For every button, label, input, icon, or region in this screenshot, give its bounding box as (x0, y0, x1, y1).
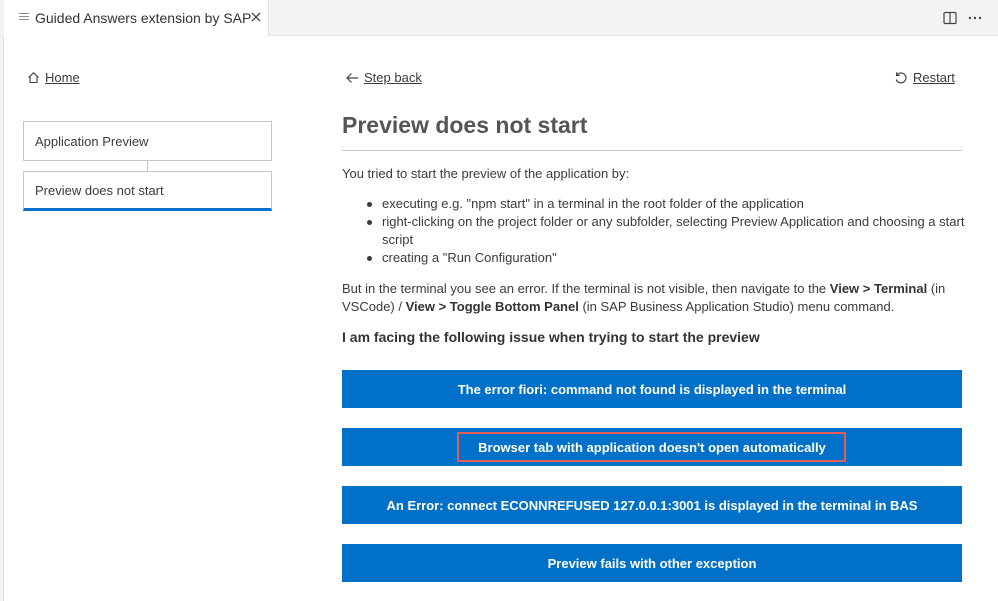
step-back-label: Step back (364, 70, 422, 85)
page-title: Preview does not start (342, 112, 588, 138)
restart-link[interactable]: Restart (894, 70, 955, 85)
home-link[interactable]: Home (27, 70, 80, 85)
restart-label: Restart (913, 70, 955, 85)
more-actions-icon[interactable] (967, 10, 983, 26)
activity-strip (0, 0, 4, 601)
option-button-econnrefused[interactable]: An Error: connect ECONNREFUSED 127.0.0.1… (342, 486, 962, 524)
breadcrumb-preview-does-not-start[interactable]: Preview does not start (23, 171, 272, 211)
home-label: Home (45, 70, 80, 85)
editor-tab[interactable]: Guided Answers extension by SAP (4, 0, 269, 36)
tab-title: Guided Answers extension by SAP (35, 10, 252, 26)
option-label: An Error: connect ECONNREFUSED 127.0.0.1… (386, 497, 918, 513)
file-icon (19, 13, 29, 23)
restart-icon (895, 71, 907, 83)
step-back-link[interactable]: Step back (345, 70, 422, 85)
note-menu-path: View > Toggle Bottom Panel (405, 299, 579, 314)
question-heading: I am facing the following issue when try… (342, 329, 760, 345)
bullet-list: executing e.g. "npm start" in a terminal… (367, 195, 967, 267)
list-item: executing e.g. "npm start" in a terminal… (367, 195, 967, 213)
home-icon (28, 72, 39, 84)
note-text: But in the terminal you see an error. If… (342, 281, 830, 296)
arrow-left-icon (346, 72, 358, 83)
intro-text: You tried to start the preview of the ap… (342, 166, 630, 181)
option-button-other-exception[interactable]: Preview fails with other exception (342, 544, 962, 582)
option-button-browser-tab[interactable]: Browser tab with application doesn't ope… (342, 428, 962, 466)
editor-tab-bar: Guided Answers extension by SAP (0, 0, 998, 36)
note-text: (in SAP Business Application Studio) men… (578, 299, 895, 314)
breadcrumb-label: Preview does not start (35, 182, 164, 198)
note-menu-path: View > Terminal (829, 281, 928, 296)
option-label: Browser tab with application doesn't ope… (478, 439, 826, 455)
option-label: The error fiori: command not found is di… (457, 381, 847, 397)
option-label: Preview fails with other exception (547, 555, 757, 571)
list-item: right-clicking on the project folder or … (367, 213, 967, 249)
breadcrumb-application-preview[interactable]: Application Preview (23, 121, 272, 161)
breadcrumb-connector (147, 161, 148, 171)
close-icon[interactable] (249, 10, 263, 24)
split-editor-icon[interactable] (942, 10, 958, 26)
terminal-note: But in the terminal you see an error. If… (342, 280, 967, 316)
breadcrumb-label: Application Preview (35, 133, 149, 149)
option-button-fiori-not-found[interactable]: The error fiori: command not found is di… (342, 370, 962, 408)
list-item: creating a "Run Configuration" (367, 249, 967, 267)
title-divider (342, 150, 962, 151)
